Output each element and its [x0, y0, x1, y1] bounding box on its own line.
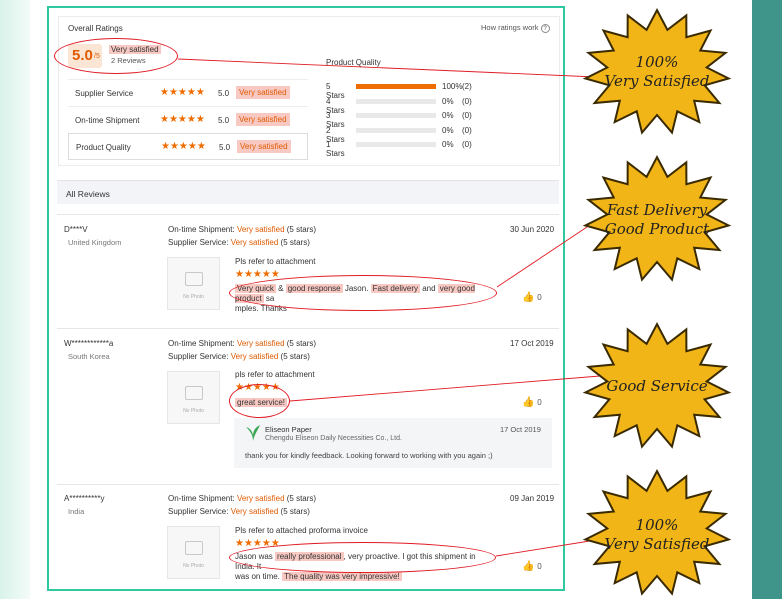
callout-line: Good Product [604, 220, 710, 238]
callout-text: Good Service [592, 377, 722, 396]
callout-line: 100% [635, 516, 679, 534]
callout-text: 100% Very Satisfied [592, 53, 722, 91]
callout-line: Very Satisfied [604, 72, 710, 90]
callout-line: Good Service [606, 377, 708, 395]
callout-text: 100% Very Satisfied [592, 516, 722, 554]
callout-line: Fast Delivery [606, 201, 708, 219]
callout-line: 100% [635, 53, 679, 71]
callout-line: Very Satisfied [604, 535, 710, 553]
callout-text: Fast Delivery Good Product [592, 201, 722, 239]
